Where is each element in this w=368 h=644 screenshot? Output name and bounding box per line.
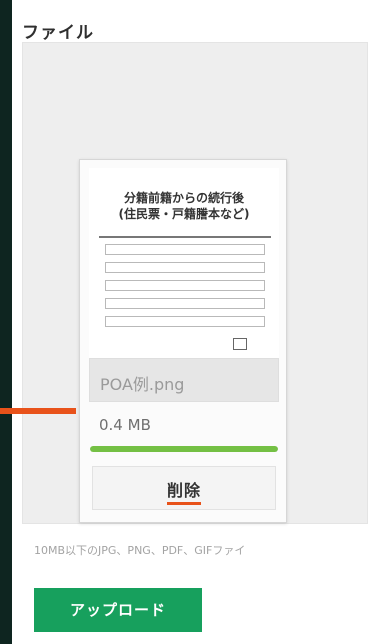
delete-label: 削除 <box>166 477 201 505</box>
file-dropzone[interactable]: 分籍前籍からの続行後 (住民票・戸籍謄本など) POA例.png 0.4 MB <box>22 42 368 524</box>
file-name: POA例.png <box>100 375 185 394</box>
form-row <box>105 244 265 255</box>
filename-box: POA例.png <box>89 358 279 402</box>
upload-progress-fill <box>90 446 278 452</box>
form-row <box>105 316 265 327</box>
uploaded-file-card: 分籍前籍からの続行後 (住民票・戸籍謄本など) POA例.png 0.4 MB <box>79 159 287 523</box>
thumbnail-title-line2: (住民票・戸籍謄本など) <box>118 207 250 221</box>
thumbnail-title: 分籍前籍からの続行後 (住民票・戸籍謄本など) <box>89 190 279 222</box>
annotation-pointer-line <box>0 408 76 414</box>
file-requirements-hint: 10MB以下のJPG、PNG、PDF、GIFファイ <box>34 544 246 557</box>
thumbnail-document-form <box>99 236 271 354</box>
thumbnail-title-line1: 分籍前籍からの続行後 <box>123 191 244 205</box>
form-row <box>105 262 265 273</box>
file-size: 0.4 MB <box>99 416 151 434</box>
file-thumbnail: 分籍前籍からの続行後 (住民票・戸籍謄本など) <box>89 168 279 360</box>
form-row <box>105 280 265 291</box>
delete-button[interactable]: 削除 <box>92 466 276 510</box>
stamp-box <box>233 338 247 350</box>
section-label: ファイル <box>22 23 94 43</box>
form-row <box>105 298 265 309</box>
file-upload-panel: ファイル 分籍前籍からの続行後 (住民票・戸籍謄本など) POA例.png 0.… <box>12 0 368 644</box>
upload-button[interactable]: アップロード <box>34 588 202 632</box>
upload-progress-bar <box>90 446 278 452</box>
